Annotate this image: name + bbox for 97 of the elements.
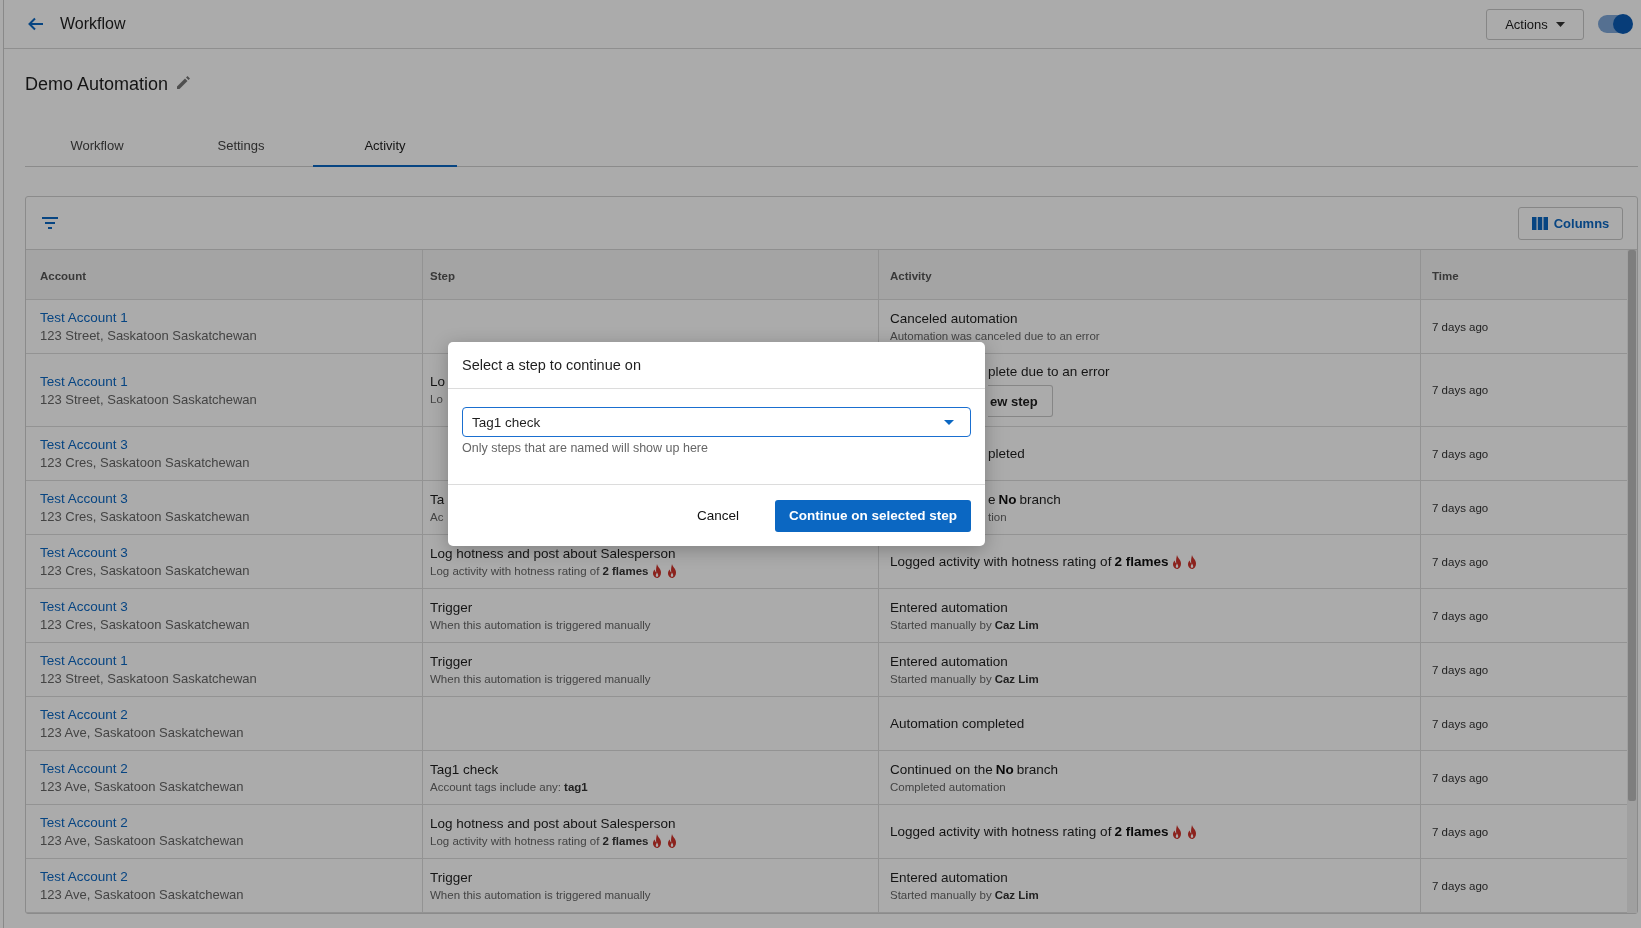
account-link[interactable]: Test Account 1 [40,652,128,670]
pencil-icon[interactable] [176,75,192,90]
activity-detail: tion [988,509,1007,525]
activity-title: plete due to an error [988,363,1110,381]
activity-detail: Started manually by Caz Lim [890,671,1039,687]
account-link[interactable]: Test Account 2 [40,814,128,832]
step-title: Trigger [430,598,473,617]
flame-icon [666,563,679,578]
step-title: Trigger [430,652,473,671]
continue-button[interactable]: Continue on selected step [774,499,971,532]
account-address: 123 Cres, Saskatoon Saskatchewan [40,616,251,633]
time-text: 7 days ago [1432,384,1490,396]
step-title: Log hotness and post about Salesperson [430,544,676,563]
activity-title: Logged activity with hotness rating of 2 flames [890,552,1199,571]
columns-button[interactable]: Columns [1518,206,1623,240]
dialog-title: Select a step to continue on [462,357,641,373]
step-detail: Log activity with hotness rating of 2 flames [430,832,679,849]
activity-detail: Started manually by Caz Lim [890,617,1039,633]
time-text: 7 days ago [1432,447,1490,460]
step-detail: Lo [430,392,443,407]
account-link[interactable]: Test Account 2 [40,868,128,886]
activity-title: e No branch [988,490,1061,509]
step-title: Lo [430,373,446,391]
time-text: 7 days ago [1432,609,1490,622]
time-text: 7 days ago [1432,717,1490,730]
activity-title: Canceled automation [890,309,1018,328]
step-detail: Log activity with hotness rating of 2 flames [430,562,679,579]
step-detail: When this automation is triggered manually [430,887,651,903]
account-address: 123 Ave, Saskatoon Saskatchewan [40,832,245,849]
step-detail: When this automation is triggered manually [430,617,651,633]
activity-title: Entered automation [890,868,1008,887]
activity-detail: Automation was canceled due to an error [890,328,1100,344]
time-text: 7 days ago [1432,320,1490,333]
flame-icon [651,563,664,578]
activity-title: Entered automation [890,598,1008,617]
toggle-switch[interactable] [1598,15,1632,33]
flame-icon [1171,554,1184,569]
account-address: 123 Cres, Saskatoon Saskatchewan [40,562,251,579]
account-address: 123 Ave, Saskatoon Saskatchewan [40,778,245,795]
time-text: 7 days ago [1432,771,1490,784]
account-link[interactable]: Test Account 1 [40,372,128,391]
flame-icon [651,833,664,848]
account-address: 123 Cres, Saskatoon Saskatchewan [40,508,251,525]
step-detail: Account tags include any: tag1 [430,779,588,795]
account-link[interactable]: Test Account 3 [40,598,128,616]
time-text: 7 days ago [1432,663,1490,676]
activity-title: Automation completed [890,714,1025,733]
flame-icon [1186,554,1199,569]
tab[interactable]: Settings [169,126,313,167]
tab[interactable]: Activity [313,126,457,167]
step-title: Ta [430,490,445,509]
account-address: 123 Cres, Saskatoon Saskatchewan [40,454,251,471]
step-title: Trigger [430,868,473,887]
column-header[interactable]: Activity [890,270,1408,282]
cancel-button[interactable]: Cancel [682,499,753,532]
account-address: 123 Ave, Saskatoon Saskatchewan [40,886,245,903]
account-address: 123 Street, Saskatoon Saskatchewan [40,390,258,408]
automation-name: Demo Automation [25,73,169,95]
activity-title: Logged activity with hotness rating of 2 flames [890,822,1199,841]
account-link[interactable]: Test Account 2 [40,706,128,724]
column-header[interactable]: Step [430,270,866,282]
step-title: Log hotness and post about Salesperson [430,814,676,833]
caret-icon [1555,21,1565,27]
activity-title: pleted [988,444,1025,463]
account-link[interactable]: Test Account 3 [40,436,128,454]
flame-icon [1186,824,1199,839]
time-text: 7 days ago [1432,825,1490,838]
activity-detail: Completed automation [890,779,1006,795]
flame-icon [666,833,679,848]
account-link[interactable]: Test Account 3 [40,490,128,508]
step-detail: When this automation is triggered manually [430,671,651,687]
time-text: 7 days ago [1432,879,1490,892]
step-title: Tag1 check [430,760,499,779]
actions-button[interactable]: Actions [1486,8,1584,40]
account-address: 123 Street, Saskatoon Saskatchewan [40,670,258,687]
view-step-button[interactable]: ew step [988,385,1053,417]
column-header[interactable]: Account [40,270,410,282]
time-text: 7 days ago [1432,555,1490,568]
activity-detail: Started manually by Caz Lim [890,887,1039,903]
account-address: 123 Street, Saskatoon Saskatchewan [40,327,258,344]
time-text: 7 days ago [1432,501,1490,514]
flame-icon [1171,824,1184,839]
caret-icon [944,419,954,425]
column-header[interactable]: Time [1432,270,1615,282]
step-select[interactable]: Tag1 check [462,407,971,437]
account-link[interactable]: Test Account 2 [40,760,128,778]
tab[interactable]: Workflow [25,126,169,167]
helper-text: Only steps that are named will show up here [462,440,709,456]
activity-title: Continued on the No branch [890,760,1059,779]
page-title: Workflow [60,15,126,33]
scrollbar[interactable] [1627,250,1637,913]
columns-icon [1531,216,1548,230]
activity-title: Entered automation [890,652,1008,671]
account-link[interactable]: Test Account 3 [40,544,128,562]
account-address: 123 Ave, Saskatoon Saskatchewan [40,724,245,741]
step-detail: Ac [430,509,444,525]
account-link[interactable]: Test Account 1 [40,309,128,327]
